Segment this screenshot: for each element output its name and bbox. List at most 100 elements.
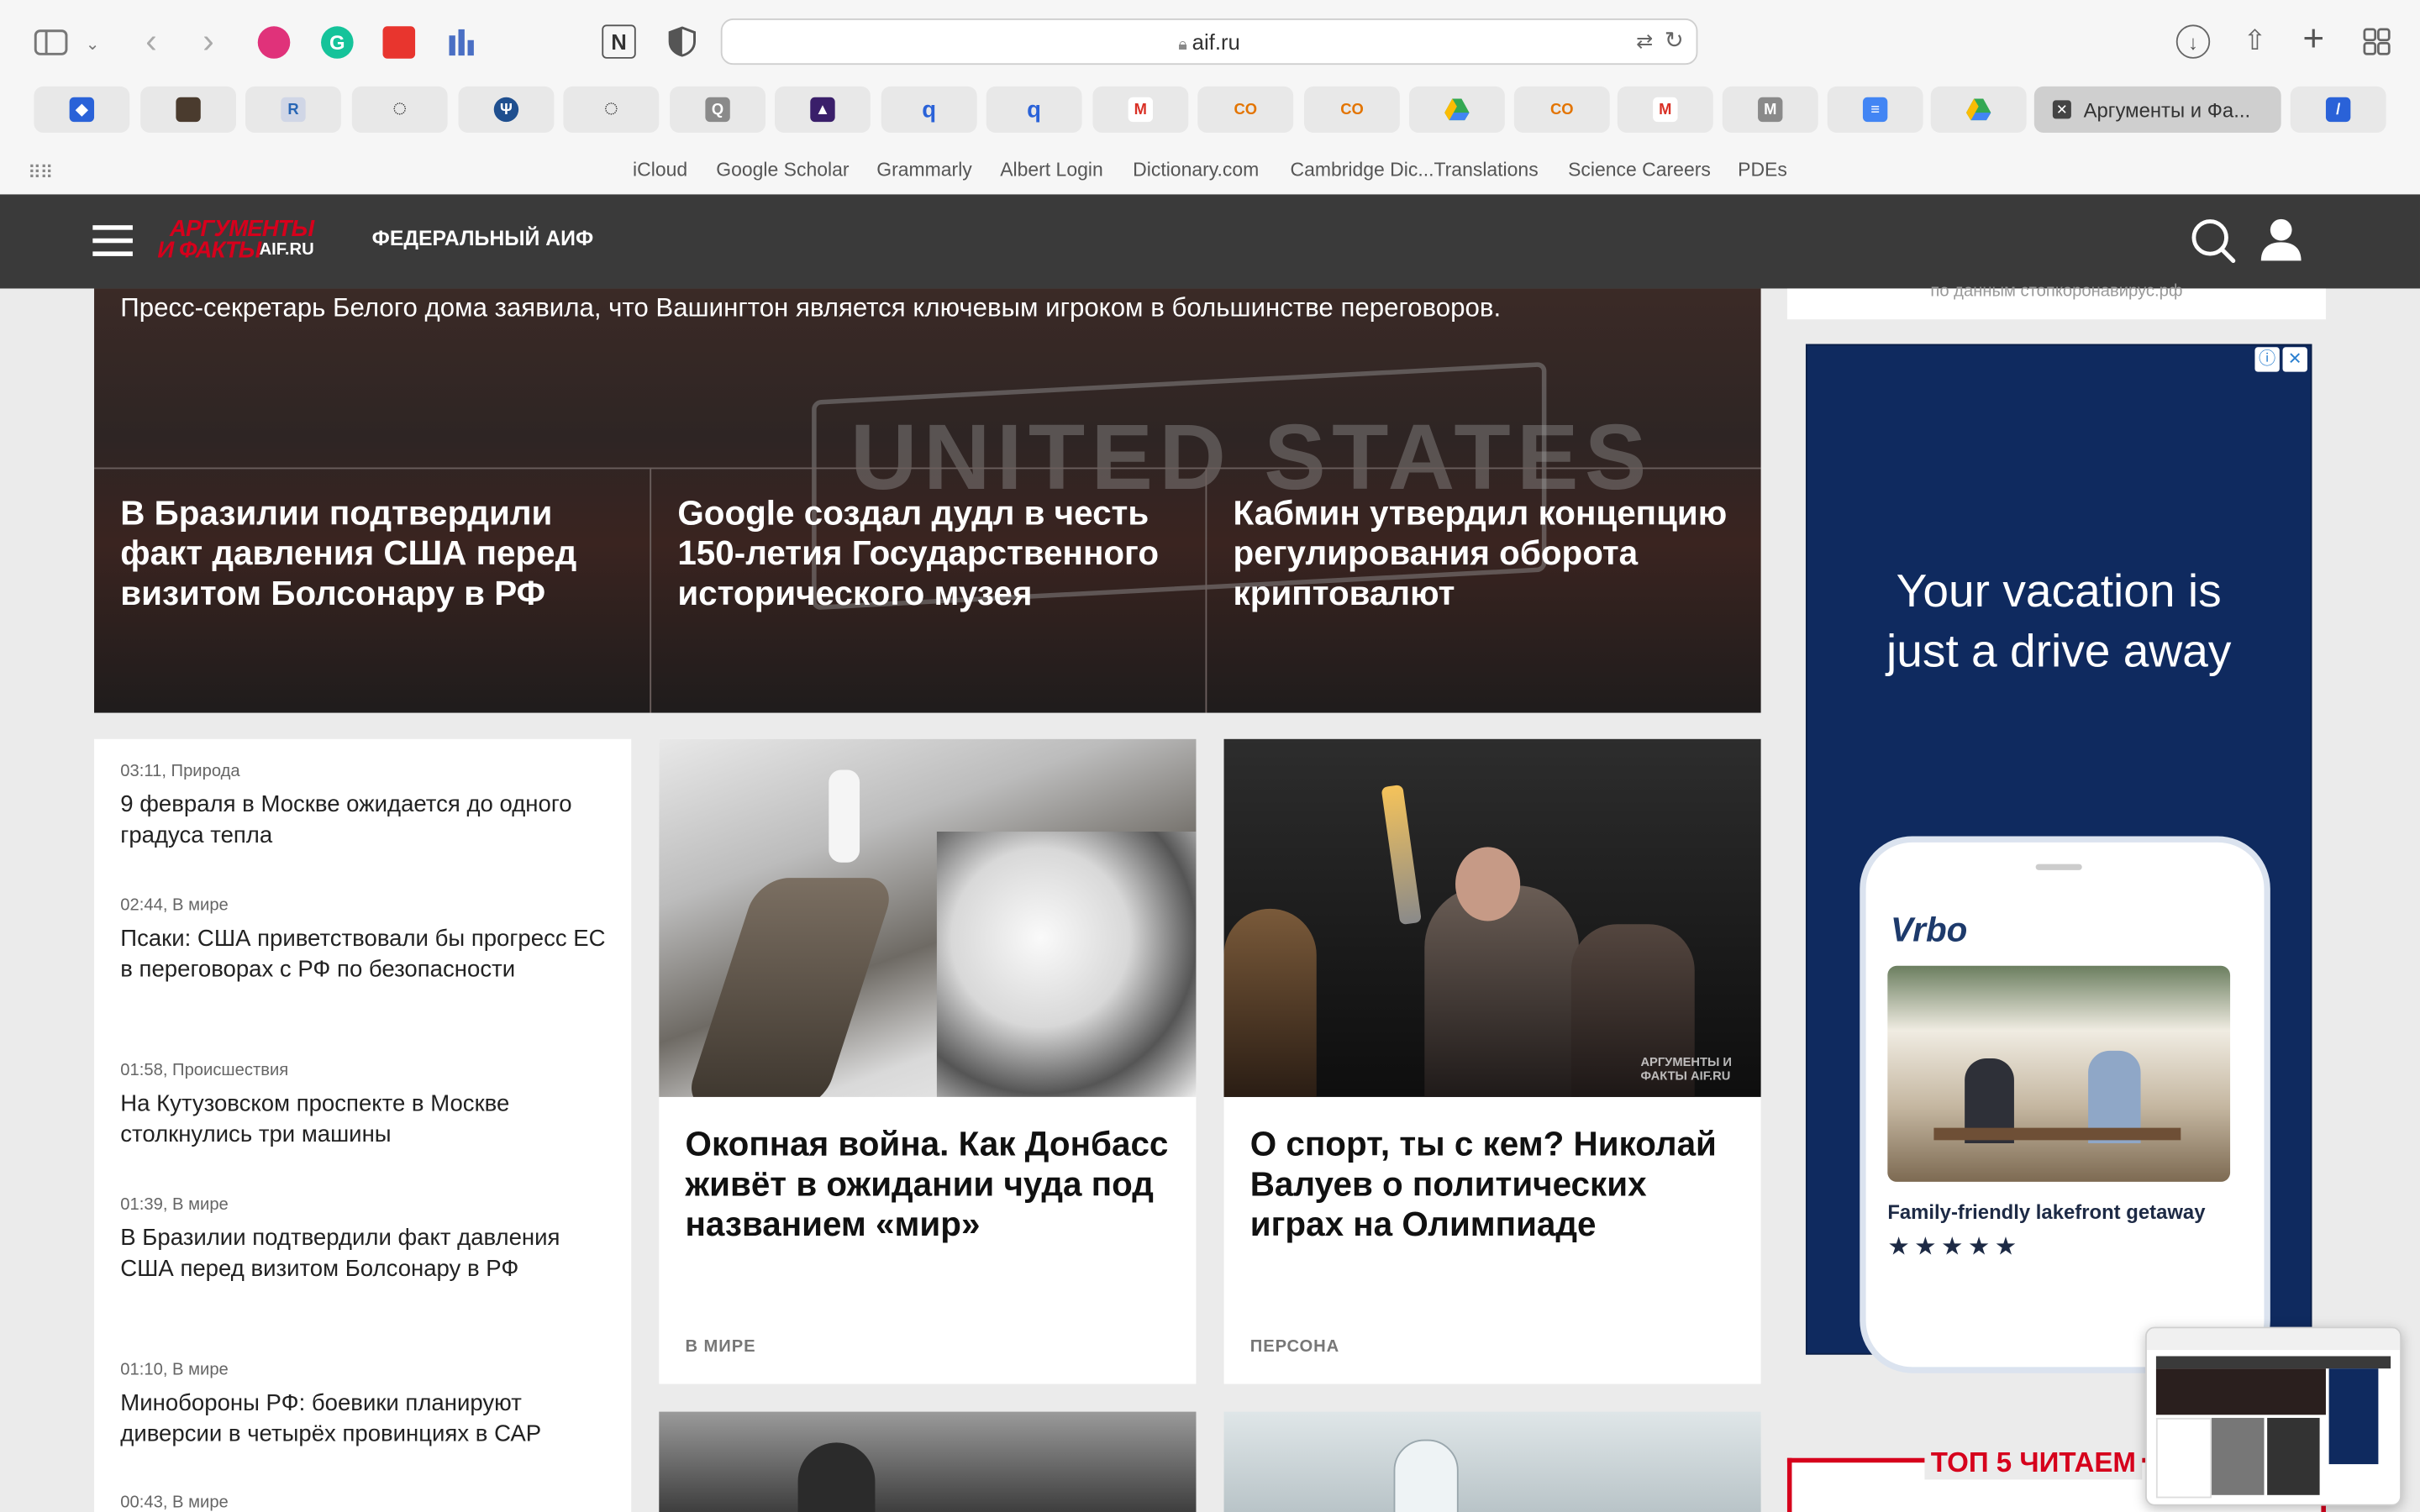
advertisement[interactable]: ⓘ ✕ Your vacation is just a drive away V…	[1805, 344, 2312, 1373]
sidebar-toggle-icon[interactable]	[31, 24, 71, 58]
tab-pinned[interactable]: M	[1722, 86, 1818, 133]
bookmark-google-scholar[interactable]: Google Scholar	[716, 159, 849, 181]
tab-pinned[interactable]	[1930, 86, 2027, 133]
lead-headline[interactable]: Google создал дудл в честь 150-летия Гос…	[677, 494, 1183, 614]
notion-icon[interactable]: N	[602, 24, 636, 59]
tab-pinned[interactable]: M	[1092, 86, 1189, 133]
tab-active[interactable]: ✕ Аргументы и Фа...	[2033, 86, 2281, 133]
openai-icon: ◌	[603, 95, 619, 123]
extension-bars-icon[interactable]	[446, 26, 477, 59]
article-category[interactable]: ПЕРСОНА	[1250, 1337, 1339, 1356]
tab-pinned[interactable]: CO	[1197, 86, 1294, 133]
bookmark-pdes[interactable]: PDEs	[1738, 159, 1787, 181]
thumbnail-list	[2155, 1417, 2212, 1499]
downloads-icon[interactable]: ↓	[2175, 24, 2211, 59]
list-item[interactable]: 01:10, В мире Минобороны РФ: боевики пла…	[120, 1361, 613, 1449]
tab-pinned[interactable]: ≡	[1827, 86, 1923, 133]
bookmark-cambridge[interactable]: Cambridge Dic...Translations	[1291, 159, 1539, 181]
tab-pinned[interactable]: ◌	[351, 86, 448, 133]
news-title[interactable]: В Бразилии подтвердили факт давления США…	[120, 1224, 613, 1284]
list-item[interactable]: 03:11, Природа 9 февраля в Москве ожидае…	[120, 762, 613, 850]
tab-pinned[interactable]: R	[245, 86, 341, 133]
tab-pinned[interactable]: CO	[1304, 86, 1400, 133]
tab-pinned[interactable]: ▲	[775, 86, 871, 133]
article-image[interactable]	[659, 738, 1197, 1097]
list-item[interactable]: 01:39, В мире В Бразилии подтвердили фак…	[120, 1195, 613, 1284]
ad-caption: Family-friendly lakefront getaway	[1887, 1200, 2206, 1224]
tab-pinned[interactable]: q	[986, 86, 1082, 133]
search-icon[interactable]	[2190, 218, 2236, 264]
ad-info-icon[interactable]: ⓘ	[2254, 347, 2280, 372]
tab-pinned[interactable]: q	[881, 86, 977, 133]
tab-pinned[interactable]: CO	[1513, 86, 1610, 133]
tab-pinned[interactable]: Ψ	[458, 86, 555, 133]
article-image[interactable]	[1223, 1411, 1761, 1512]
ad-headline: Your vacation is just a drive away	[1886, 566, 2232, 678]
new-tab-icon[interactable]: +	[2296, 18, 2330, 60]
google-drive-icon	[1965, 97, 1991, 122]
screenshot-preview-thumbnail[interactable]	[2145, 1326, 2402, 1506]
article-card[interactable]: Окопная война. Как Донбасс живёт в ожида…	[659, 738, 1197, 1384]
article-title[interactable]: Окопная война. Как Донбасс живёт в ожида…	[686, 1125, 1175, 1245]
article-category[interactable]: В МИРЕ	[686, 1337, 756, 1356]
apps-grid-icon[interactable]: ⠿⠿	[28, 162, 53, 184]
news-title[interactable]: Минобороны РФ: боевики планируют диверси…	[120, 1389, 613, 1449]
ad-close-icon[interactable]: ✕	[2282, 347, 2307, 372]
news-title[interactable]: 9 февраля в Москве ожидается до одного г…	[120, 790, 613, 850]
translate-icon[interactable]: ⇄	[1636, 29, 1653, 54]
tab-pinned[interactable]	[1408, 86, 1505, 133]
google-docs-icon: ≡	[1862, 97, 1888, 123]
back-icon[interactable]: ‹	[136, 22, 167, 62]
reload-icon[interactable]: ↻	[1665, 26, 1684, 54]
bookmark-icloud[interactable]: iCloud	[633, 159, 687, 181]
privacy-shield-icon[interactable]	[666, 24, 697, 58]
section-title[interactable]: ФЕДЕРАЛЬНЫЙ АИФ	[372, 227, 593, 250]
covid-widget[interactable]: по данным стопкоронавирус.рф	[1786, 282, 2326, 320]
bookmark-dictionary[interactable]: Dictionary.com	[1133, 159, 1259, 181]
phone-notch	[2035, 864, 2082, 870]
news-title[interactable]: На Кутузовском проспекте в Москве столкн…	[120, 1089, 613, 1150]
article-image[interactable]: АРГУМЕНТЫ И ФАКТЫ AIF.RU	[1223, 738, 1761, 1097]
tab-pinned[interactable]: ◌	[563, 86, 660, 133]
bookmark-grammarly[interactable]: Grammarly	[876, 159, 972, 181]
medical-figure	[1393, 1439, 1459, 1512]
article-card[interactable]: АРГУМЕНТЫ И ФАКТЫ AIF.RU О спорт, ты с к…	[1223, 738, 1761, 1384]
lead-block: UNITED STATES Пресс-секретарь Белого дом…	[94, 288, 1761, 713]
lead-subtitle[interactable]: Пресс-секретарь Белого дома заявила, что…	[120, 291, 1730, 325]
lead-headline-card[interactable]: Google создал дудл в честь 150-летия Гос…	[650, 467, 1206, 713]
tab-pinned[interactable]	[140, 86, 237, 133]
lead-headline[interactable]: В Бразилии подтвердили факт давления США…	[120, 494, 628, 614]
chevron-down-icon[interactable]: ⌄	[81, 28, 105, 59]
tab-pinned[interactable]: Q	[670, 86, 766, 133]
address-bar[interactable]: 🔒︎ aif.ru ⇄ ↻	[720, 18, 1698, 66]
tab-favicon-icon: q	[922, 96, 937, 123]
grammarly-icon[interactable]: G	[321, 26, 354, 59]
lead-headline-card[interactable]: В Бразилии подтвердили факт давления США…	[94, 467, 650, 713]
share-icon[interactable]: ⇧	[2239, 22, 2270, 59]
bookmarks-bar: ⠿⠿ iCloud Google Scholar Grammarly Alber…	[0, 150, 2420, 192]
news-title[interactable]: Псаки: США приветствовали бы прогресс ЕС…	[120, 924, 613, 984]
article-image[interactable]	[659, 1411, 1197, 1512]
mendeley-icon[interactable]	[382, 26, 416, 59]
list-item[interactable]: 00:43, В мире	[120, 1494, 613, 1512]
tab-pinned[interactable]: /	[2290, 86, 2386, 133]
lead-headline[interactable]: Кабмин утвердил концепцию регулирования …	[1234, 494, 1739, 614]
site-logo[interactable]: АРГУМЕНТЫ И ФАКТЫ AIF.RU	[157, 216, 327, 268]
tab-pinned[interactable]: ◆	[34, 86, 130, 133]
bookmark-science-careers[interactable]: Science Careers	[1568, 159, 1711, 181]
tab-overview-icon[interactable]	[2360, 24, 2393, 58]
list-item[interactable]: 01:58, Происшествия На Кутузовском просп…	[120, 1062, 613, 1150]
list-item[interactable]: 02:44, В мире Псаки: США приветствовали …	[120, 896, 613, 984]
bookmark-albert-login[interactable]: Albert Login	[1000, 159, 1103, 181]
lead-headline-card[interactable]: Кабмин утвердил концепцию регулирования …	[1205, 467, 1761, 713]
q-icon: Q	[705, 97, 730, 123]
close-icon[interactable]: ✕	[2052, 100, 2071, 119]
article-title[interactable]: О спорт, ты с кем? Николай Валуев о поли…	[1250, 1125, 1739, 1245]
tab-pinned[interactable]: M	[1617, 86, 1713, 133]
user-icon[interactable]	[2258, 216, 2304, 262]
gmail-icon: M	[1128, 97, 1154, 123]
forward-icon[interactable]: ›	[193, 22, 224, 62]
menu-icon[interactable]	[92, 223, 133, 257]
slash-icon: /	[2325, 97, 2351, 123]
extension-icon[interactable]	[257, 26, 291, 59]
